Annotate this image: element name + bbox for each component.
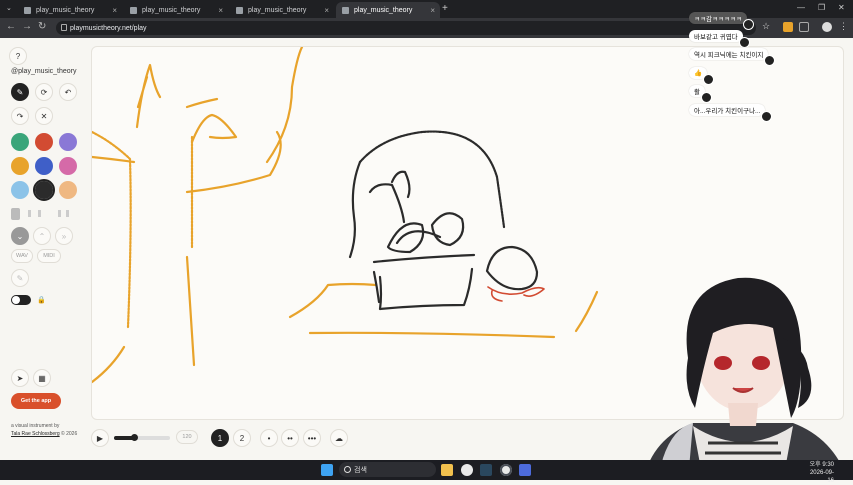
reload-icon[interactable]: ↻: [38, 21, 46, 32]
minimize-icon[interactable]: —: [797, 3, 805, 12]
color-swatch[interactable]: [11, 133, 29, 151]
get-app-button[interactable]: Get the app: [11, 393, 61, 409]
color-swatch[interactable]: [11, 157, 29, 175]
search-icon: [344, 466, 351, 473]
chevron-up-icon[interactable]: ⌃: [33, 227, 51, 245]
pen-tool-button[interactable]: ✎: [11, 83, 29, 101]
chrome-icon[interactable]: [461, 464, 473, 476]
help-button[interactable]: ?: [9, 47, 27, 65]
chat-message: 역시 피크닉에는 치킨이지: [689, 48, 769, 60]
app-icon[interactable]: [519, 464, 531, 476]
clear-button[interactable]: ✕: [35, 107, 53, 125]
toggle-knob: [12, 296, 20, 304]
selected-swatch-ring: [33, 179, 55, 201]
color-swatch[interactable]: [35, 157, 53, 175]
wav-export-button[interactable]: WAV: [11, 249, 33, 263]
taskbar-search[interactable]: 검색: [339, 462, 436, 477]
speed-1-button[interactable]: •: [260, 429, 278, 447]
color-swatch[interactable]: [59, 133, 77, 151]
grid-icon[interactable]: ▦: [33, 369, 51, 387]
chat-avatar: [761, 111, 772, 122]
file-explorer-icon[interactable]: [441, 464, 453, 476]
system-clock[interactable]: 오후 9:30 2026-09-16: [806, 461, 834, 485]
redo-button[interactable]: ↷: [11, 107, 29, 125]
favicon-icon: [236, 6, 243, 14]
chat-message: ㅋㅋ감ㅋㅋㅋㅋㅋ: [689, 12, 747, 24]
chrome-active-icon[interactable]: [500, 464, 512, 476]
progress-knob[interactable]: [130, 434, 138, 441]
chat-avatar: [701, 92, 712, 103]
chat-avatar: [743, 19, 754, 30]
double-chevron-icon[interactable]: »: [55, 227, 73, 245]
browser-tab[interactable]: play_music_theory ×: [230, 2, 334, 18]
site-info-icon[interactable]: [61, 24, 67, 31]
tempo-field[interactable]: 120: [176, 430, 198, 444]
favicon-icon: [342, 6, 349, 14]
chat-avatar: [739, 37, 750, 48]
close-tab-icon[interactable]: ×: [218, 6, 223, 15]
brush-size-slider[interactable]: [11, 207, 73, 220]
chat-avatar: [703, 74, 714, 85]
speed-3-button[interactable]: •••: [303, 429, 321, 447]
orange-strokes: [92, 47, 599, 384]
color-swatch[interactable]: [35, 133, 53, 151]
favicon-icon: [24, 6, 31, 14]
chat-avatar: [764, 55, 775, 66]
os-taskbar: 검색 오후 9:30 2026-09-16: [0, 460, 853, 484]
author-link[interactable]: Tala Rae Schlossberg: [11, 431, 60, 437]
color-swatch[interactable]: [59, 181, 77, 199]
extensions-puzzle-icon[interactable]: [799, 22, 809, 32]
black-strokes: [348, 130, 539, 311]
address-bar[interactable]: playmusictheory.net/play: [56, 21, 756, 35]
close-tab-icon[interactable]: ×: [112, 6, 117, 15]
theme-toggle[interactable]: [11, 295, 31, 305]
play-button[interactable]: ▶: [91, 429, 109, 447]
color-swatch[interactable]: [59, 157, 77, 175]
app-page: ? @play_music_theory ✎ ⟳ ↶ ↷ ✕ ⌄ ⌃ » WAV…: [0, 12, 853, 480]
browser-tab[interactable]: play_music_theory ×: [18, 2, 122, 18]
profile-avatar[interactable]: [822, 22, 832, 32]
sidebar: ? @play_music_theory ✎ ⟳ ↶ ↷ ✕ ⌄ ⌃ » WAV…: [0, 38, 88, 460]
chat-message: 바보같고 귀엽다: [689, 30, 743, 42]
midi-export-button[interactable]: MIDI: [37, 249, 61, 263]
color-swatch[interactable]: [11, 181, 29, 199]
close-tab-icon[interactable]: ×: [324, 6, 329, 15]
new-tab-button[interactable]: +: [442, 3, 448, 14]
forward-icon[interactable]: →: [22, 21, 32, 32]
back-icon[interactable]: ←: [6, 21, 16, 32]
menu-icon[interactable]: ⋮: [839, 21, 849, 31]
star-icon[interactable]: ☆: [762, 21, 772, 31]
eyedropper-icon[interactable]: ✎: [11, 269, 29, 287]
browser-tab-active[interactable]: play_music_theory ×: [336, 2, 440, 18]
chevron-down-icon[interactable]: ⌄: [11, 227, 29, 245]
credit-text: a visual instrument by Tala Rae Schlossb…: [11, 423, 78, 437]
tab-search-icon[interactable]: ⌄: [6, 4, 12, 12]
browser-tab[interactable]: play_music_theory ×: [124, 2, 228, 18]
handle-label: @play_music_theory: [11, 68, 77, 75]
close-window-icon[interactable]: ✕: [838, 3, 845, 12]
lock-icon[interactable]: 🔒: [37, 296, 46, 304]
shuffle-tool-button[interactable]: ⟳: [35, 83, 53, 101]
steam-icon[interactable]: [480, 464, 492, 476]
cloud-save-icon[interactable]: ☁: [330, 429, 348, 447]
page-1-button[interactable]: 1: [211, 429, 229, 447]
extension-icon[interactable]: [783, 22, 793, 32]
favicon-icon: [130, 6, 137, 14]
windows-start-icon[interactable]: [321, 464, 333, 476]
send-icon[interactable]: ➤: [11, 369, 29, 387]
close-tab-icon[interactable]: ×: [430, 6, 435, 15]
speed-2-button[interactable]: ••: [281, 429, 299, 447]
maximize-icon[interactable]: ❐: [818, 3, 825, 12]
streamer-avatar: [643, 277, 848, 480]
undo-button[interactable]: ↶: [59, 83, 77, 101]
page-2-button[interactable]: 2: [233, 429, 251, 447]
chat-message: 아...우리가 치킨이구나...: [689, 104, 766, 116]
progress-slider[interactable]: [114, 434, 170, 441]
